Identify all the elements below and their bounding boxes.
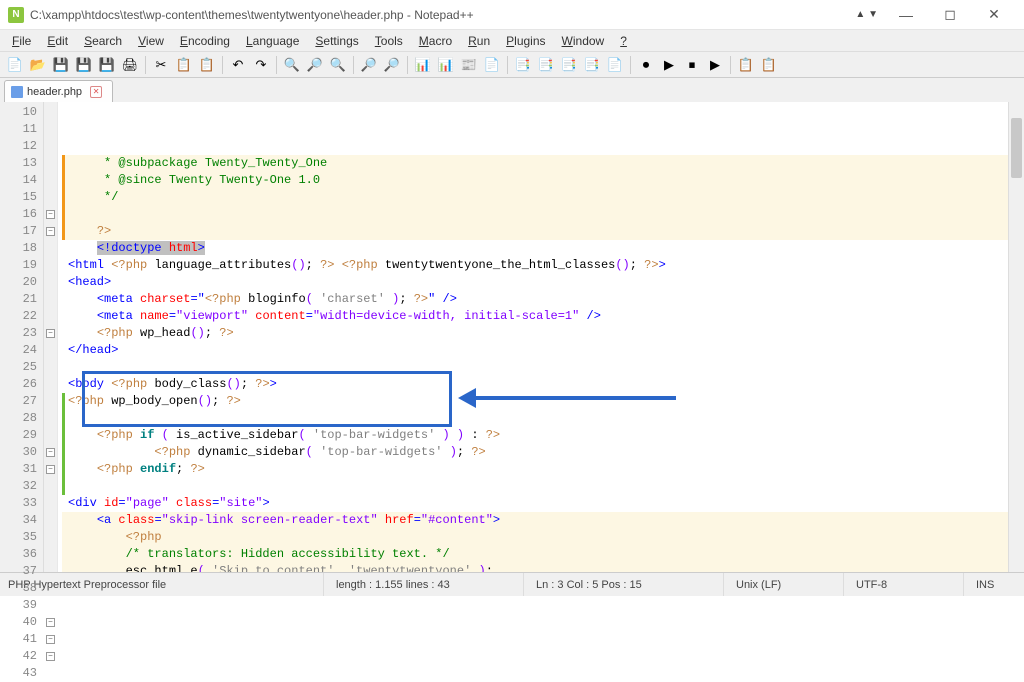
tab-header-php[interactable]: header.php ✕ [4, 80, 113, 102]
toolbar-button[interactable]: 📑 [512, 54, 534, 76]
toolbar-button[interactable]: 📋 [173, 54, 195, 76]
toolbar-button[interactable]: 🔍 [327, 54, 349, 76]
toolbar-button[interactable]: 🔍 [281, 54, 303, 76]
scrollbar-thumb[interactable] [1011, 118, 1022, 178]
toolbar-button[interactable]: ▶ [658, 54, 680, 76]
toolbar-button[interactable]: ⏺ [635, 54, 657, 76]
maximize-button[interactable]: ◻ [928, 1, 972, 29]
status-mode: INS [964, 573, 1024, 596]
title-bar: N C:\xampp\htdocs\test\wp-content\themes… [0, 0, 1024, 30]
toolbar-button[interactable]: 📑 [558, 54, 580, 76]
chevron-icons: ▲ ▼ [855, 9, 878, 20]
menu-macro[interactable]: Macro [411, 32, 460, 50]
line-gutter: 1011121314151617181920212223242526272829… [0, 102, 44, 572]
menu-search[interactable]: Search [76, 32, 130, 50]
menu-language[interactable]: Language [238, 32, 307, 50]
tab-label: header.php [27, 86, 82, 98]
status-eol: Unix (LF) [724, 573, 844, 596]
app-icon: N [8, 7, 24, 23]
toolbar-button[interactable]: 📋 [735, 54, 757, 76]
toolbar-button[interactable]: 📄 [4, 54, 26, 76]
menu-run[interactable]: Run [460, 32, 498, 50]
menu-plugins[interactable]: Plugins [498, 32, 553, 50]
toolbar-button[interactable]: 📂 [27, 54, 49, 76]
toolbar-button[interactable]: 💾 [96, 54, 118, 76]
toolbar-button[interactable]: 📊 [435, 54, 457, 76]
toolbar-button[interactable]: ✂ [150, 54, 172, 76]
toolbar-button[interactable]: 🔎 [358, 54, 380, 76]
menu-?[interactable]: ? [612, 32, 635, 50]
toolbar-button[interactable]: 📑 [581, 54, 603, 76]
fold-gutter[interactable]: −−−−−−−− [44, 102, 58, 572]
menu-edit[interactable]: Edit [39, 32, 76, 50]
status-encoding: UTF-8 [844, 573, 964, 596]
toolbar-button[interactable]: 🔎 [381, 54, 403, 76]
menu-encoding[interactable]: Encoding [172, 32, 238, 50]
toolbar-button[interactable]: 💾 [50, 54, 72, 76]
editor[interactable]: 1011121314151617181920212223242526272829… [0, 102, 1024, 572]
minimize-button[interactable]: — [884, 1, 928, 29]
toolbar-button[interactable]: 📄 [481, 54, 503, 76]
toolbar-button[interactable]: 📊 [412, 54, 434, 76]
toolbar-button[interactable]: ↷ [250, 54, 272, 76]
menu-file[interactable]: File [4, 32, 39, 50]
toolbar-button[interactable]: ▶ [704, 54, 726, 76]
toolbar-button[interactable]: 🖨 [119, 54, 141, 76]
vertical-scrollbar[interactable] [1008, 102, 1024, 572]
toolbar-button[interactable]: 📄 [604, 54, 626, 76]
menu-tools[interactable]: Tools [367, 32, 411, 50]
window-title: C:\xampp\htdocs\test\wp-content\themes\t… [30, 8, 855, 22]
toolbar-button[interactable]: 💾 [73, 54, 95, 76]
toolbar-button[interactable]: 📑 [535, 54, 557, 76]
menu-window[interactable]: Window [554, 32, 613, 50]
code-area[interactable]: * @subpackage Twenty_Twenty_One * @since… [58, 102, 1024, 572]
toolbar: 📄📂💾💾💾🖨✂📋📋↶↷🔍🔎🔍🔎🔎📊📊📰📄📑📑📑📑📄⏺▶⏹▶📋📋 [0, 52, 1024, 78]
tab-bar: header.php ✕ [0, 78, 1024, 102]
toolbar-button[interactable]: 📋 [196, 54, 218, 76]
toolbar-button[interactable]: 📰 [458, 54, 480, 76]
menu-bar: FileEditSearchViewEncodingLanguageSettin… [0, 30, 1024, 52]
tab-close-icon[interactable]: ✕ [90, 86, 102, 98]
file-icon [11, 86, 23, 98]
close-button[interactable]: ✕ [972, 1, 1016, 29]
status-position: Ln : 3 Col : 5 Pos : 15 [524, 573, 724, 596]
status-length: length : 1.155 lines : 43 [324, 573, 524, 596]
menu-settings[interactable]: Settings [307, 32, 366, 50]
toolbar-button[interactable]: ↶ [227, 54, 249, 76]
toolbar-button[interactable]: ⏹ [681, 54, 703, 76]
toolbar-button[interactable]: 📋 [758, 54, 780, 76]
toolbar-button[interactable]: 🔎 [304, 54, 326, 76]
menu-view[interactable]: View [130, 32, 172, 50]
